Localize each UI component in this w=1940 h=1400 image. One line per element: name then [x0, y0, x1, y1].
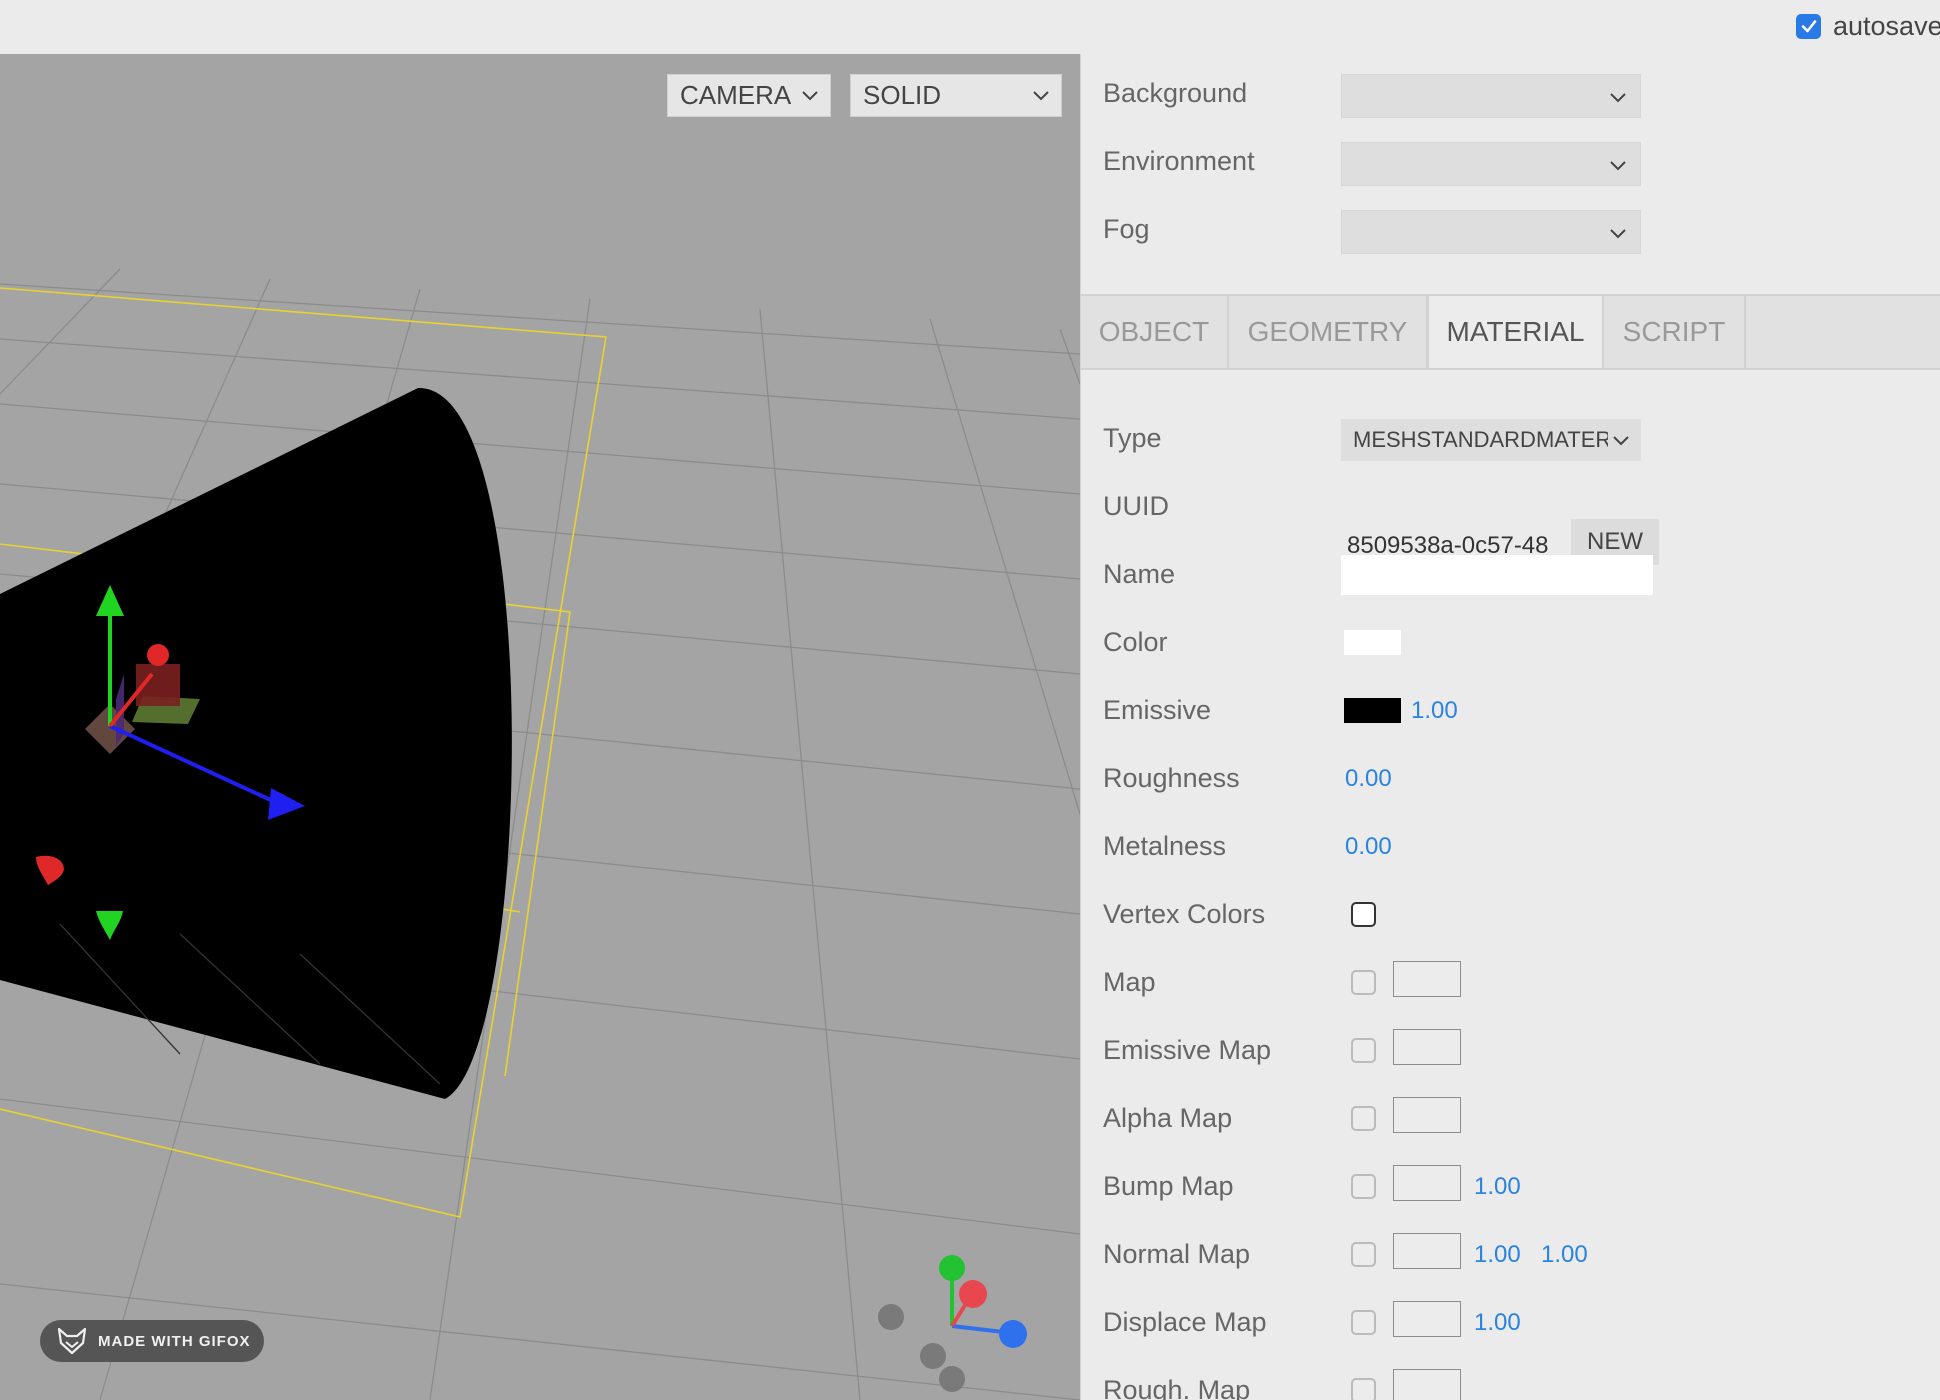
bump-map-label: Bump Map	[1103, 1171, 1234, 1201]
properties-tabs: OBJECT GEOMETRY MATERIAL SCRIPT	[1081, 294, 1940, 370]
bump-scale-value[interactable]: 1.00	[1474, 1173, 1521, 1201]
autosave-checkbox[interactable]	[1796, 13, 1821, 39]
tab-material[interactable]: MATERIAL	[1427, 296, 1604, 368]
shading-select-value: SOLID	[863, 80, 942, 110]
emissive-map-checkbox[interactable]	[1351, 1038, 1376, 1063]
name-input[interactable]	[1341, 555, 1653, 595]
autosave-toggle[interactable]: autosave	[1796, 8, 1940, 44]
displace-map-texture-slot[interactable]	[1393, 1301, 1461, 1337]
roughness-map-label: Rough. Map	[1103, 1375, 1251, 1400]
background-label: Background	[1103, 78, 1248, 108]
bump-map-checkbox[interactable]	[1351, 1174, 1376, 1199]
displace-scale-value[interactable]: 1.00	[1474, 1309, 1521, 1337]
emissive-intensity-value[interactable]: 1.00	[1411, 697, 1458, 725]
autosave-label: autosave	[1833, 10, 1940, 41]
color-swatch[interactable]	[1344, 630, 1401, 655]
cone-mesh[interactable]	[0, 387, 512, 1099]
3d-viewport[interactable]: CAMERA SOLID MADE WITH GIFOX	[0, 54, 1080, 1400]
sidebar-panel: Background Environment Fog OBJECT GEOMET…	[1080, 54, 1940, 1400]
alpha-map-label: Alpha Map	[1103, 1103, 1233, 1133]
chevron-down-icon	[1033, 91, 1049, 101]
name-label: Name	[1103, 559, 1176, 589]
chevron-down-icon	[1610, 229, 1626, 239]
environment-select[interactable]	[1341, 142, 1641, 186]
emissive-map-texture-slot[interactable]	[1393, 1029, 1461, 1065]
normal-map-checkbox[interactable]	[1351, 1242, 1376, 1267]
bump-map-texture-slot[interactable]	[1393, 1165, 1461, 1201]
check-icon	[1801, 20, 1816, 33]
tab-object[interactable]: OBJECT	[1081, 296, 1229, 368]
view-helper-gizmo[interactable]	[878, 1255, 1027, 1392]
fog-select[interactable]	[1341, 210, 1641, 254]
normal-scale-y-value[interactable]: 1.00	[1541, 1241, 1588, 1269]
alpha-map-texture-slot[interactable]	[1393, 1097, 1461, 1133]
map-texture-slot[interactable]	[1393, 961, 1461, 997]
emissive-swatch[interactable]	[1344, 698, 1401, 723]
chevron-down-icon	[1613, 436, 1629, 446]
vertex-colors-checkbox[interactable]	[1351, 902, 1376, 927]
displace-map-label: Displace Map	[1103, 1307, 1267, 1337]
camera-select[interactable]: CAMERA	[667, 74, 831, 117]
scene-canvas[interactable]	[0, 54, 1080, 1400]
gifox-watermark: MADE WITH GIFOX	[40, 1320, 264, 1362]
displace-map-checkbox[interactable]	[1351, 1310, 1376, 1335]
emissive-map-label: Emissive Map	[1103, 1035, 1272, 1065]
gifox-watermark-label: MADE WITH GIFOX	[98, 1332, 251, 1350]
vertex-colors-label: Vertex Colors	[1103, 899, 1266, 929]
tab-script[interactable]: SCRIPT	[1604, 296, 1746, 368]
fox-logo-icon	[57, 1327, 87, 1355]
color-label: Color	[1103, 627, 1168, 657]
roughness-map-texture-slot[interactable]	[1393, 1369, 1461, 1400]
chevron-down-icon	[1610, 161, 1626, 171]
normal-map-label: Normal Map	[1103, 1239, 1251, 1269]
chevron-down-icon	[1610, 93, 1626, 103]
chevron-down-icon	[802, 91, 818, 101]
metalness-label: Metalness	[1103, 831, 1227, 861]
fog-label: Fog	[1103, 214, 1150, 244]
roughness-label: Roughness	[1103, 763, 1240, 793]
top-menubar: autosave	[0, 0, 1940, 54]
material-type-value: MESHSTANDARDMATERIAL	[1353, 427, 1608, 452]
background-select[interactable]	[1341, 74, 1641, 118]
emissive-label: Emissive	[1103, 695, 1212, 725]
environment-label: Environment	[1103, 146, 1255, 176]
material-type-select[interactable]: MESHSTANDARDMATERIAL	[1341, 419, 1641, 461]
normal-map-texture-slot[interactable]	[1393, 1233, 1461, 1269]
camera-select-value: CAMERA	[680, 80, 792, 110]
type-label: Type	[1103, 423, 1162, 453]
alpha-map-checkbox[interactable]	[1351, 1106, 1376, 1131]
shading-select[interactable]: SOLID	[850, 74, 1062, 117]
map-label: Map	[1103, 967, 1156, 997]
roughness-map-checkbox[interactable]	[1351, 1378, 1376, 1400]
tab-geometry[interactable]: GEOMETRY	[1229, 296, 1428, 368]
map-checkbox[interactable]	[1351, 970, 1376, 995]
uuid-label: UUID	[1103, 491, 1169, 521]
normal-scale-x-value[interactable]: 1.00	[1474, 1241, 1521, 1269]
metalness-value[interactable]: 0.00	[1345, 833, 1392, 861]
roughness-value[interactable]: 0.00	[1345, 765, 1392, 793]
